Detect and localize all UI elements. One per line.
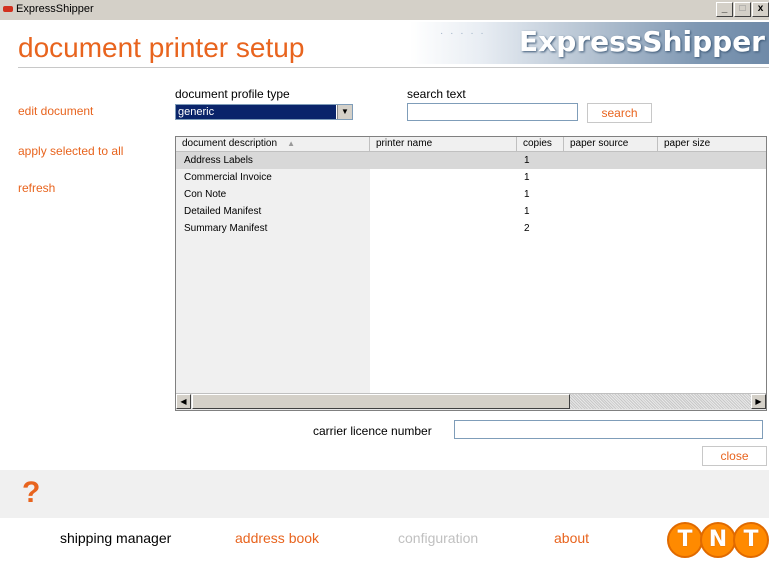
table-row[interactable]: Con Note 1: [176, 186, 766, 203]
window-title: ExpressShipper: [16, 3, 94, 15]
column-header-paper-size[interactable]: paper size: [658, 137, 766, 151]
tnt-logo-letter: T: [733, 522, 769, 558]
profile-type-label: document profile type: [175, 87, 290, 101]
cell-copies: 1: [524, 206, 530, 217]
carrier-licence-input[interactable]: [454, 420, 763, 439]
cell-copies: 1: [524, 189, 530, 200]
edit-document-link[interactable]: edit document: [18, 104, 93, 118]
table-row[interactable]: Address Labels 1: [176, 152, 766, 169]
title-bar: ExpressShipper _ □ x: [0, 0, 769, 21]
page-title: document printer setup: [18, 32, 305, 63]
cell-description: Summary Manifest: [184, 223, 268, 234]
header-divider: [18, 67, 769, 68]
nav-shipping-manager[interactable]: shipping manager: [60, 530, 171, 546]
app-icon: [3, 6, 13, 12]
carrier-licence-label: carrier licence number: [313, 424, 432, 438]
scrollbar-track[interactable]: [570, 394, 751, 409]
banner-decoration: · · · · ·: [440, 28, 486, 39]
search-input[interactable]: [407, 103, 578, 121]
brand-logo: ExpressShipper: [519, 25, 765, 58]
nav-about[interactable]: about: [554, 530, 589, 546]
apply-selected-to-all-link[interactable]: apply selected to all: [18, 144, 123, 158]
table-row[interactable]: Detailed Manifest 1: [176, 203, 766, 220]
sort-ascending-icon: ▲: [287, 139, 295, 148]
nav-configuration[interactable]: configuration: [398, 530, 478, 546]
cell-description: Address Labels: [184, 155, 253, 166]
scroll-right-icon[interactable]: ▶: [751, 394, 766, 409]
page-header: document printer setup · · · · · Express…: [0, 20, 769, 68]
horizontal-scrollbar[interactable]: ◀ ▶: [176, 393, 766, 410]
scrollbar-thumb[interactable]: [192, 394, 570, 409]
column-header-description[interactable]: document description ▲: [176, 137, 370, 151]
cell-description: Con Note: [184, 189, 227, 200]
help-bar: [0, 470, 769, 518]
nav-address-book[interactable]: address book: [235, 530, 319, 546]
document-grid[interactable]: document description ▲ printer name copie…: [175, 136, 767, 411]
cell-copies: 1: [524, 172, 530, 183]
cell-description: Detailed Manifest: [184, 206, 262, 217]
minimize-button[interactable]: _: [716, 2, 733, 17]
column-header-label: document description: [182, 138, 278, 149]
table-row[interactable]: Summary Manifest 2: [176, 220, 766, 237]
grid-header: document description ▲ printer name copie…: [176, 137, 766, 152]
maximize-button[interactable]: □: [734, 2, 751, 17]
help-icon[interactable]: ?: [22, 476, 40, 510]
cell-copies: 2: [524, 223, 530, 234]
tnt-logo: T N T: [667, 522, 769, 560]
chevron-down-icon[interactable]: ▼: [337, 105, 352, 119]
close-window-button[interactable]: x: [752, 2, 769, 17]
refresh-link[interactable]: refresh: [18, 181, 55, 195]
search-button[interactable]: search: [587, 103, 652, 123]
column-header-copies[interactable]: copies: [517, 137, 564, 151]
column-header-printer[interactable]: printer name: [370, 137, 517, 151]
table-row[interactable]: Commercial Invoice 1: [176, 169, 766, 186]
cell-description: Commercial Invoice: [184, 172, 272, 183]
profile-type-value: generic: [176, 105, 336, 119]
profile-type-select[interactable]: generic ▼: [175, 104, 353, 120]
close-button[interactable]: close: [702, 446, 767, 466]
tnt-logo-letter: T: [667, 522, 703, 558]
search-text-label: search text: [407, 87, 466, 101]
brand-banner: · · · · · ExpressShipper: [410, 22, 769, 64]
tnt-logo-letter: N: [700, 522, 736, 558]
cell-copies: 1: [524, 155, 530, 166]
column-header-paper-source[interactable]: paper source: [564, 137, 658, 151]
scroll-left-icon[interactable]: ◀: [176, 394, 191, 409]
